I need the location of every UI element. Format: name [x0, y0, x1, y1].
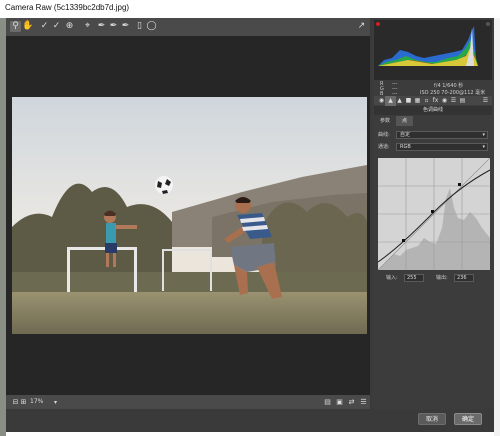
- panel-title: 色调曲线: [374, 106, 492, 115]
- curve-label: 曲线:: [378, 132, 390, 138]
- radial-filter-icon[interactable]: ◯: [146, 21, 157, 32]
- curve-point[interactable]: [458, 183, 461, 186]
- curve-mode-tabs: 参数 点: [374, 116, 492, 126]
- crop-icon[interactable]: ⌖: [82, 21, 93, 32]
- input-output-row: 输入: 255 输出: 236: [378, 273, 490, 283]
- background-right-strip: [494, 18, 500, 436]
- title-bar: Camera Raw (5c1339bc2db7d.jpg): [0, 0, 500, 18]
- curve-preset-select[interactable]: 自定 ▾: [396, 131, 488, 139]
- tab-parametric[interactable]: 参数: [374, 116, 396, 126]
- lens-info: ISO 250 70-200@112 毫米: [420, 90, 486, 96]
- menu-icon[interactable]: ☰: [358, 397, 369, 408]
- camera-info: R --- G --- B --- f/4 1/640 秒 ISO 250 70…: [374, 80, 492, 97]
- output-label: 输出:: [436, 275, 448, 281]
- status-bar: ⊟ ⊞ 17% ▾ ▤ ▣ ⇄ ☰: [6, 395, 370, 409]
- channel-select[interactable]: RGB ▾: [396, 143, 488, 151]
- chevron-down-icon: ▾: [482, 132, 485, 138]
- curve-preset-row: 曲线: 自定 ▾: [378, 131, 490, 140]
- preview-toggle-icon[interactable]: ▤: [322, 397, 333, 408]
- hand-icon[interactable]: ✋: [22, 21, 33, 32]
- tab-point[interactable]: 点: [396, 116, 414, 126]
- tone-curve-plot: [377, 157, 491, 271]
- photo-image: [12, 97, 367, 334]
- toolbar: ⚲ ✋ ✓ ✓ ⊕ ⌖ ✒ ✒ ✒ ▯ ◯ ↗: [6, 18, 370, 36]
- dialog-footer: 取消 确定: [6, 409, 494, 432]
- curve-point[interactable]: [402, 239, 405, 242]
- spot-removal-icon[interactable]: ✒: [108, 21, 119, 32]
- channel-row: 通道: RGB ▾: [378, 143, 490, 152]
- channel-label: 通道:: [378, 144, 390, 150]
- input-label: 输入:: [386, 275, 398, 281]
- targeted-adjust-icon[interactable]: ⊕: [64, 21, 75, 32]
- color-sampler-icon[interactable]: ✓: [51, 21, 62, 32]
- panel-tab-strip: ◉ ▲ ▲ ■ ▦ ▫ fx ◉ ☰ ▤ ☰: [374, 96, 492, 107]
- shadow-clip-icon[interactable]: [376, 22, 380, 26]
- fullscreen-icon[interactable]: ↗: [356, 21, 367, 32]
- tone-curve-graph[interactable]: [377, 157, 491, 271]
- input-field[interactable]: 255: [404, 274, 424, 282]
- camera-raw-window: ⚲ ✋ ✓ ✓ ⊕ ⌖ ✒ ✒ ✒ ▯ ◯ ↗ ⊟ ⊞ 17% ▾ ▤ ▣ ⇄ …: [6, 18, 494, 432]
- window-title: Camera Raw (5c1339bc2db7d.jpg): [5, 3, 130, 12]
- output-field[interactable]: 236: [454, 274, 474, 282]
- cancel-button[interactable]: 取消: [418, 413, 446, 425]
- image-canvas[interactable]: [6, 36, 370, 409]
- photo-preview: [12, 97, 367, 334]
- histogram: [374, 20, 492, 80]
- curve-preset-value: 自定: [400, 132, 411, 138]
- zoom-icon[interactable]: ⚲: [10, 21, 21, 32]
- ok-button[interactable]: 确定: [454, 413, 482, 425]
- right-panel: R --- G --- B --- f/4 1/640 秒 ISO 250 70…: [372, 18, 494, 409]
- adjustment-brush-icon[interactable]: ▯: [134, 21, 145, 32]
- highlight-clip-icon[interactable]: [486, 22, 490, 26]
- red-eye-icon[interactable]: ✒: [120, 21, 131, 32]
- before-after-icon[interactable]: ▣: [334, 397, 345, 408]
- chevron-down-icon: ▾: [482, 144, 485, 150]
- plus-icon[interactable]: ⊞: [18, 397, 29, 408]
- white-balance-icon[interactable]: ✓: [39, 21, 50, 32]
- histogram-plot: [374, 20, 492, 80]
- exposure-info: f/4 1/640 秒: [434, 83, 464, 89]
- straighten-icon[interactable]: ✒: [96, 21, 107, 32]
- channel-value: RGB: [400, 144, 411, 150]
- zoom-level[interactable]: 17%: [30, 398, 43, 405]
- curve-point[interactable]: [431, 210, 434, 213]
- zoom-dropdown-icon[interactable]: ▾: [50, 397, 61, 408]
- swap-icon[interactable]: ⇄: [346, 397, 357, 408]
